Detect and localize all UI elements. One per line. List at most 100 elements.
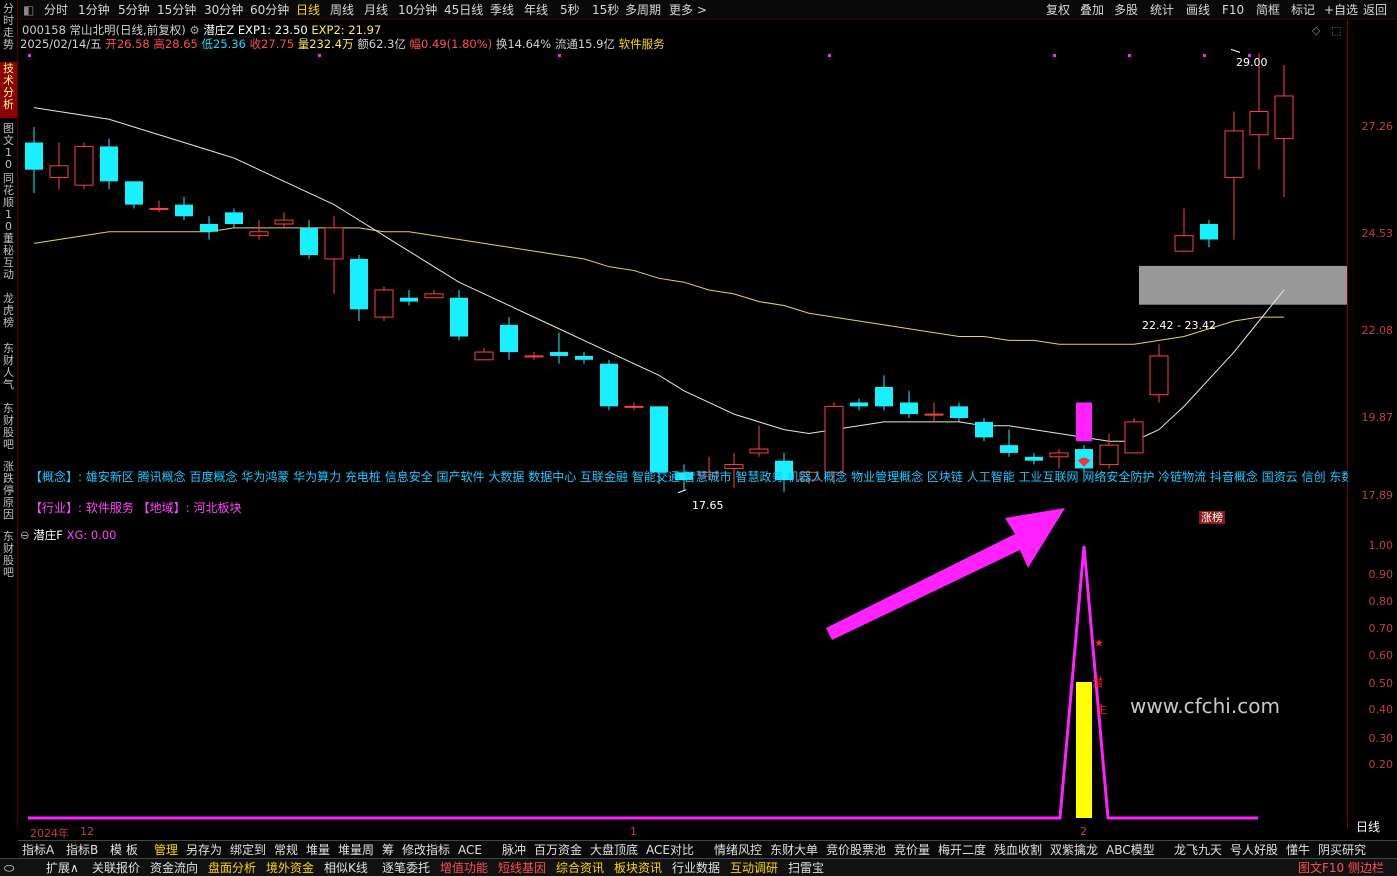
sidebar-item-graphic[interactable]: 图文10 [0, 122, 17, 171]
sidebar-item-intraday[interactable]: 分时走势 [0, 2, 17, 60]
function-tab[interactable]: 综合资讯 [556, 860, 604, 876]
star-icon: ★ [1094, 637, 1104, 650]
function-tab[interactable]: 境外资金 [266, 860, 314, 876]
indicator-tab[interactable]: 懂牛 [1286, 842, 1310, 858]
tab-10min[interactable]: 10分钟 [398, 2, 437, 18]
function-tab[interactable]: 图文F10 侧边栏 [1298, 860, 1384, 876]
indicator-tab[interactable]: 筹 [382, 842, 394, 858]
multi-stock-button[interactable]: 多股 [1114, 2, 1138, 18]
stats-button[interactable]: 统计 [1150, 2, 1174, 18]
indicator-tab[interactable]: 号人好股 [1230, 842, 1278, 858]
sidebar-item-ths[interactable]: 同花顺10 [0, 172, 17, 233]
candle-body [474, 351, 494, 361]
simple-frame-button[interactable]: 简框 [1256, 2, 1280, 18]
overlay-button[interactable]: 叠加 [1080, 2, 1104, 18]
fuquan-button[interactable]: 复权 [1046, 2, 1070, 18]
indicator-tab[interactable]: 指标B [66, 842, 98, 858]
indicator-tab[interactable]: 百万资金 [534, 842, 582, 858]
tab-quarter[interactable]: 季线 [490, 2, 514, 18]
sidebar-item-forum2[interactable]: 东财股吧 [0, 530, 17, 586]
toggle-icon[interactable]: ◧ [23, 2, 34, 18]
function-tab[interactable]: 互动调研 [730, 860, 778, 876]
function-tab[interactable]: 行业数据 [672, 860, 720, 876]
sidebar-item-secretary[interactable]: 董秘互动 [0, 232, 17, 288]
candle-body [74, 145, 94, 186]
indicator-tab[interactable]: 竞价量 [894, 842, 930, 858]
function-tab[interactable]: 关联报价 [92, 860, 140, 876]
low-pointer [677, 489, 687, 494]
tab-monthly[interactable]: 月线 [364, 2, 388, 18]
indicator-tab[interactable]: 情绪风控 [714, 842, 762, 858]
tab-1min[interactable]: 1分钟 [78, 2, 110, 18]
tab-year[interactable]: 年线 [524, 2, 548, 18]
indicator-tab[interactable]: 另存为 [186, 842, 222, 858]
tab-30min[interactable]: 30分钟 [204, 2, 243, 18]
tab-60min[interactable]: 60分钟 [250, 2, 289, 18]
indicator-tab[interactable]: 指标A [22, 842, 54, 858]
candle-body [324, 227, 344, 260]
tab-15min[interactable]: 15分钟 [157, 2, 196, 18]
indicator-tab[interactable]: 修改指标 [402, 842, 450, 858]
back-button[interactable]: 返回 [1363, 2, 1387, 18]
indicator-tab[interactable]: ACE [458, 842, 482, 858]
indicator-tab[interactable]: 龙飞九天 [1174, 842, 1222, 858]
indicator-tab[interactable]: 管理 [154, 842, 178, 858]
function-tab[interactable]: 短线基因 [498, 860, 546, 876]
date-year: 2024年 [30, 827, 69, 840]
add-favorite-button[interactable]: +自选 [1324, 2, 1358, 18]
candle-body [300, 227, 318, 256]
tab-minute[interactable]: 分时 [44, 2, 68, 18]
indicator-tab[interactable]: 残血收割 [994, 842, 1042, 858]
tab-more[interactable]: 更多 > [669, 2, 707, 18]
tab-45day[interactable]: 45日线 [444, 2, 483, 18]
sidebar-item-forum[interactable]: 东财股吧 [0, 402, 17, 458]
candle-body [1274, 95, 1294, 140]
candle-body [175, 204, 193, 217]
candle-body [1025, 456, 1043, 461]
indicator-tab[interactable]: 常规 [274, 842, 298, 858]
high-annotation: 29.00 [1236, 56, 1268, 69]
period-toolbar: ◧ 分时 1分钟 5分钟 15分钟 30分钟 60分钟 日线 周线 月线 10分… [0, 0, 1397, 20]
sidebar-item-popularity[interactable]: 东财人气 [0, 342, 17, 398]
indicator-tab[interactable]: 阴买研究 [1318, 842, 1366, 858]
sidebar-item-dragon[interactable]: 龙虎榜 [0, 292, 17, 338]
function-tab[interactable]: 相似K线 [324, 860, 368, 876]
function-tab[interactable]: 盘面分析 [208, 860, 256, 876]
tab-5min[interactable]: 5分钟 [118, 2, 150, 18]
candle-body [1224, 130, 1244, 178]
indicator-tab[interactable]: ACE对比 [646, 842, 694, 858]
tab-multi-period[interactable]: 多周期 [625, 2, 661, 18]
draw-button[interactable]: 画线 [1186, 2, 1210, 18]
indicator-tab[interactable]: 脉冲 [502, 842, 526, 858]
indicator-tab[interactable]: 模 板 [110, 842, 138, 858]
function-tab[interactable]: 扩展∧ [46, 860, 79, 876]
indicator-tab[interactable]: 大盘顶底 [590, 842, 638, 858]
candlestick-chart[interactable] [18, 20, 1347, 525]
candle-body [450, 297, 468, 337]
indicator-tab[interactable]: 堆量周 [338, 842, 374, 858]
indicator-tab[interactable]: ABC模型 [1106, 842, 1155, 858]
tab-weekly[interactable]: 周线 [330, 2, 354, 18]
sidebar-item-technical[interactable]: 技术分析 [0, 62, 17, 118]
indicator-tab[interactable]: 梅开二度 [938, 842, 986, 858]
function-tab[interactable]: 增值功能 [440, 860, 488, 876]
function-tab[interactable]: 扫雷宝 [788, 860, 824, 876]
function-tab[interactable]: 资金流向 [150, 860, 198, 876]
function-tab[interactable]: 板块资讯 [614, 860, 662, 876]
sub-axis-label: 0.60 [1368, 649, 1394, 662]
indicator-tab[interactable]: 双紫擒龙 [1050, 842, 1098, 858]
indicator-tab[interactable]: 竞价股票池 [826, 842, 886, 858]
tab-15sec[interactable]: 15秒 [592, 2, 619, 18]
indicator-tab[interactable]: 堆量 [306, 842, 330, 858]
concept-tags: 【概念】: 雄安新区 腾讯概念 百度概念 华为鸿蒙 华为算力 充电桩 信息安全 … [30, 470, 1348, 484]
f10-button[interactable]: F10 [1222, 2, 1244, 18]
tab-5sec[interactable]: 5秒 [560, 2, 580, 18]
toggle-icon[interactable]: ⬭ [4, 860, 14, 876]
sub-indicator-chart[interactable]: ★ [18, 526, 1347, 826]
indicator-tab[interactable]: 东财大单 [770, 842, 818, 858]
sidebar-item-limit-reason[interactable]: 涨跌停原因 [0, 460, 17, 524]
tab-daily[interactable]: 日线 [296, 2, 320, 18]
function-tab[interactable]: 逐笔委托 [382, 860, 430, 876]
indicator-tab[interactable]: 绑定到 [230, 842, 266, 858]
mark-button[interactable]: 标记 [1291, 2, 1315, 18]
